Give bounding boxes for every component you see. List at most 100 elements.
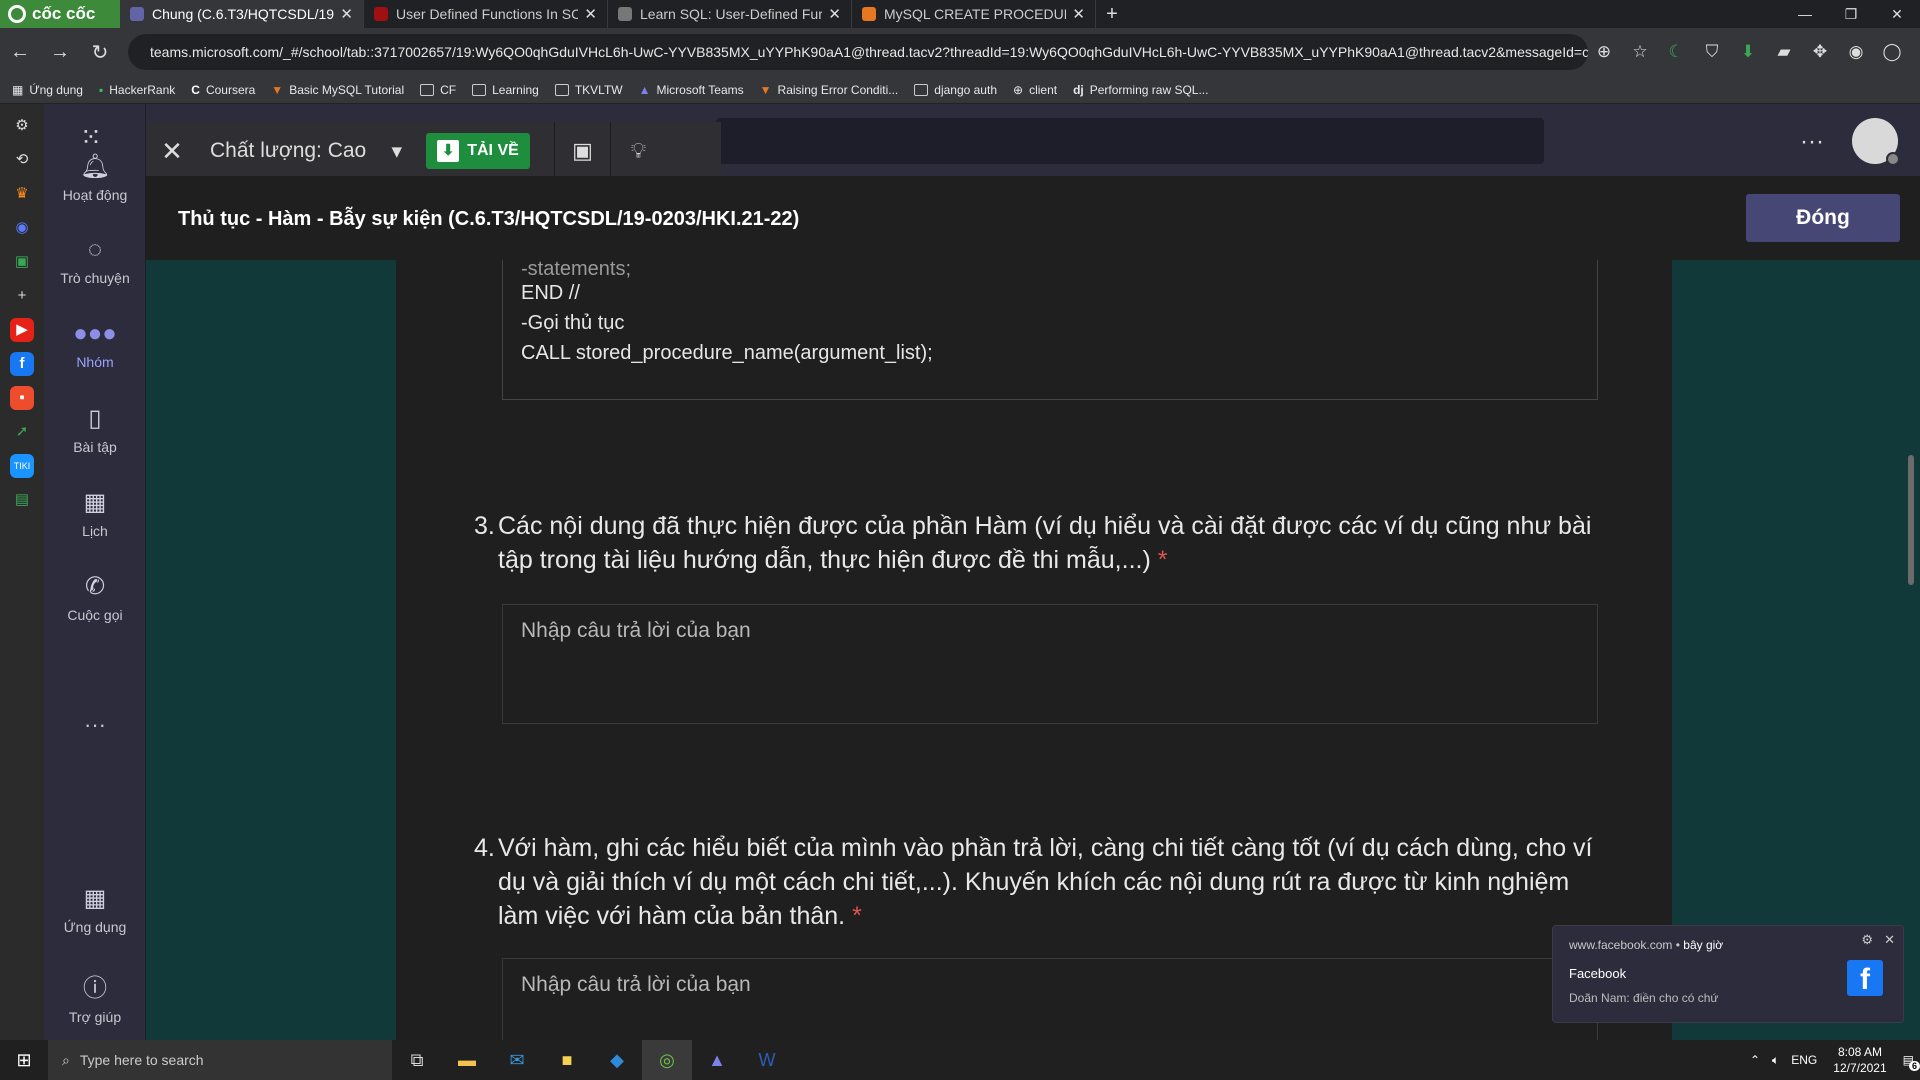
history-icon[interactable]: ⟲	[10, 148, 34, 172]
facebook-sidebar-icon[interactable]: f	[10, 352, 34, 376]
back-icon[interactable]: ←	[0, 41, 40, 64]
close-tab-icon[interactable]: ✕	[828, 5, 841, 23]
youtube-icon[interactable]: ▶	[10, 318, 34, 342]
bookmark-raising-error[interactable]: ▼ Raising Error Conditi...	[760, 83, 899, 97]
browser-tab-1[interactable]: Chung (C.6.T3/HQTCSDL/19- ✕	[120, 0, 364, 28]
avatar[interactable]	[1852, 118, 1900, 166]
answer-input-q4[interactable]: Nhập câu trả lời của bạn	[502, 958, 1598, 1048]
browser-tab-2[interactable]: User Defined Functions In SC ✕	[364, 0, 608, 28]
close-form-button[interactable]: Đóng	[1746, 194, 1900, 242]
bookmark-raw-sql[interactable]: dj Performing raw SQL...	[1073, 83, 1208, 97]
profile-icon[interactable]: ◉	[1838, 42, 1874, 62]
rail-label: Lịch	[82, 523, 108, 539]
close-tab-icon[interactable]: ✕	[1072, 5, 1085, 23]
extension-icon[interactable]: ▰	[1766, 42, 1802, 62]
maximize-icon[interactable]: ❐	[1828, 0, 1874, 28]
teams-bookmark-icon: ▲	[638, 82, 651, 97]
volume-icon[interactable]: 🔈︎	[1772, 1053, 1779, 1068]
game-icon[interactable]: ▣	[10, 250, 34, 274]
settings-icon[interactable]: ⚙	[10, 114, 34, 138]
lightbulb-icon[interactable]: 💡︎	[610, 122, 666, 180]
rail-item-teams[interactable]: ●●● Nhóm	[44, 320, 146, 370]
puzzle-icon[interactable]: ✥	[1802, 42, 1838, 62]
app-launcher-icon[interactable]: ⁙	[80, 122, 102, 153]
teams-taskbar-icon[interactable]: ▲	[692, 1040, 742, 1080]
action-center-icon[interactable]: ▤ 6	[1903, 1053, 1920, 1071]
rail-item-assignments[interactable]: ▯ Bài tập	[44, 404, 146, 455]
browser-menu-icon[interactable]: ◯	[1874, 42, 1910, 62]
picture-in-picture-icon[interactable]: ▣	[554, 122, 610, 180]
notification-count-badge: 6	[1908, 1061, 1920, 1071]
toolbar-close-icon[interactable]: ✕	[146, 136, 198, 167]
quality-label: Chất lượng: Cao	[210, 138, 367, 162]
rail-item-chat[interactable]: ◌ Trò chuyện	[44, 236, 146, 286]
bookmark-coursera[interactable]: C Coursera	[191, 83, 255, 97]
rail-label: Trò chuyện	[60, 270, 130, 286]
tray-chevron-up-icon[interactable]: ⌃	[1750, 1053, 1760, 1067]
bookmark-mysql-tutorial[interactable]: ▼ Basic MySQL Tutorial	[271, 83, 404, 97]
notification-close-icon[interactable]: ✕	[1884, 932, 1895, 948]
code-line: CALL stored_procedure_name(argument_list…	[521, 342, 933, 364]
rocket-icon[interactable]: ➚	[10, 420, 34, 444]
close-tab-icon[interactable]: ✕	[340, 5, 353, 23]
reload-icon[interactable]: ↻	[80, 40, 120, 65]
shopee-icon[interactable]: ▪	[10, 386, 34, 410]
extension-moon-icon[interactable]: ☾	[1658, 42, 1694, 62]
file-explorer-icon[interactable]: ▬	[442, 1040, 492, 1080]
extension-download-icon[interactable]: ⬇	[1730, 42, 1766, 62]
bookmark-learning[interactable]: Learning	[472, 83, 539, 97]
answer-input-q3[interactable]: Nhập câu trả lời của bạn	[502, 604, 1598, 724]
zoom-icon[interactable]: ⊕	[1586, 42, 1622, 62]
sheet-icon[interactable]: ▤	[10, 488, 34, 512]
backpack-icon: ▯	[88, 405, 102, 432]
rail-item-calls[interactable]: ✆ Cuộc gọi	[44, 572, 146, 623]
rail-item-apps[interactable]: ▦ Ứng dụng	[44, 884, 146, 935]
browser-tab-3[interactable]: Learn SQL: User-Defined Fur ✕	[608, 0, 852, 28]
bookmark-tkvltw[interactable]: TKVLTW	[554, 83, 623, 97]
taskbar-search[interactable]: ⌕ Type here to search	[48, 1040, 392, 1080]
scrollbar[interactable]	[1908, 455, 1914, 585]
forward-icon[interactable]: →	[40, 41, 80, 64]
rail-more-button[interactable]: ···	[44, 712, 146, 738]
bookmark-star-icon[interactable]: ☆	[1622, 42, 1658, 62]
more-options-icon[interactable]: ···	[1800, 128, 1824, 156]
quality-select[interactable]: Chất lượng: Cao ▾	[198, 139, 418, 164]
close-tab-icon[interactable]: ✕	[584, 5, 597, 23]
download-button[interactable]: ⬇ TẢI VỀ	[426, 133, 530, 169]
sticky-notes-icon[interactable]: ■	[542, 1040, 592, 1080]
bookmark-django-auth[interactable]: django auth	[914, 83, 997, 97]
folder-icon	[554, 83, 569, 96]
new-tab-button[interactable]: +	[1096, 3, 1128, 26]
coccoc-taskbar-icon[interactable]: ◎	[642, 1040, 692, 1080]
clock[interactable]: 8:08 AM 12/7/2021	[1833, 1044, 1886, 1076]
add-sidebar-icon[interactable]: +	[10, 284, 34, 308]
minimize-icon[interactable]: —	[1782, 0, 1828, 28]
word-icon[interactable]: W	[742, 1040, 792, 1080]
rail-item-calendar[interactable]: ▦ Lịch	[44, 488, 146, 539]
facebook-notification[interactable]: www.facebook.com • bây giờ ⚙ ✕ Facebook …	[1552, 925, 1904, 1023]
browser-tab-bar: cốc cốc Chung (C.6.T3/HQTCSDL/19- ✕ User …	[0, 0, 1920, 28]
extension-shield-icon[interactable]: ⛉	[1694, 42, 1730, 62]
form-content-area: -statements; END // -Gọi thủ tục CALL st…	[146, 258, 1920, 1048]
bookmark-apps[interactable]: ▦ Ứng dụng	[12, 83, 83, 97]
crown-icon[interactable]: ♛	[10, 182, 34, 206]
notification-settings-icon[interactable]: ⚙	[1861, 932, 1873, 948]
coccoc-menu-button[interactable]: cốc cốc	[0, 0, 120, 28]
window-close-icon[interactable]: ✕	[1874, 0, 1920, 28]
rail-item-help[interactable]: ⓘ Trợ giúp	[44, 968, 146, 1025]
url-field[interactable]: teams.microsoft.com/_#/school/tab::37170…	[128, 34, 1588, 70]
vscode-icon[interactable]: ◆	[592, 1040, 642, 1080]
browser-tab-4[interactable]: MySQL CREATE PROCEDURE ✕	[852, 0, 1096, 28]
mail-icon[interactable]: ✉	[492, 1040, 542, 1080]
bookmark-teams[interactable]: ▲ Microsoft Teams	[639, 83, 744, 97]
language-indicator[interactable]: ENG	[1791, 1053, 1817, 1067]
messenger-icon[interactable]: ◉	[10, 216, 34, 240]
tiki-icon[interactable]: TIKI	[10, 454, 34, 478]
teams-search-box[interactable]	[716, 118, 1544, 164]
bookmark-hackerrank[interactable]: ▪ HackerRank	[99, 83, 175, 97]
bookmark-cf[interactable]: CF	[420, 83, 456, 97]
task-view-icon[interactable]: ⧉	[392, 1040, 442, 1080]
windows-start-icon[interactable]: ⊞	[0, 1050, 48, 1071]
rail-item-activity[interactable]: 🔔︎ Hoạt động	[44, 152, 146, 203]
bookmark-client[interactable]: ⊕ client	[1013, 83, 1057, 97]
